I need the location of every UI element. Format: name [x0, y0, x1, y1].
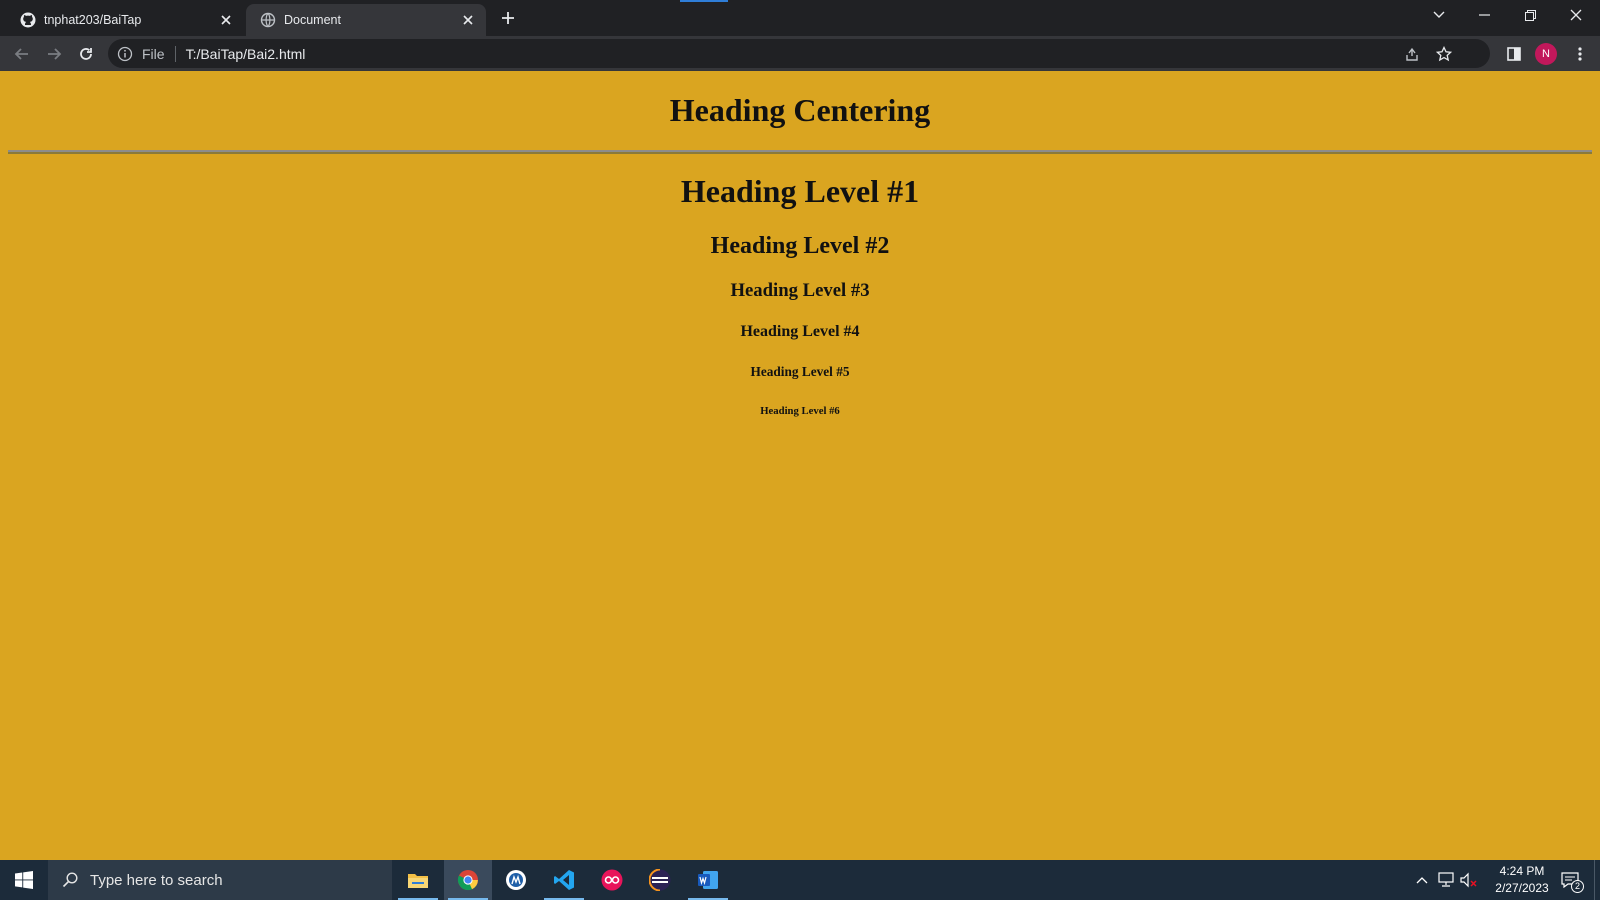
heading-centering: Heading Centering: [669, 92, 931, 128]
profile-avatar[interactable]: N: [1535, 43, 1557, 65]
close-window-button[interactable]: [1553, 0, 1599, 30]
security-label: File: [142, 45, 165, 62]
notification-icon[interactable]: 2: [1558, 870, 1584, 893]
browser-toolbar: File T:/BaiTap/Bai2.html N: [0, 36, 1600, 71]
close-tab-icon[interactable]: [218, 12, 234, 28]
url-text[interactable]: T:/BaiTap/Bai2.html: [186, 46, 306, 62]
tab-title: tnphat203/BaiTap: [44, 13, 142, 27]
windows-start-icon[interactable]: [0, 860, 48, 900]
eclipse-icon[interactable]: [636, 860, 684, 900]
heading-level-3: Heading Level #3: [730, 280, 870, 301]
heading-level-6: Heading Level #6: [760, 405, 840, 417]
bookmark-star-icon[interactable]: [1430, 39, 1458, 68]
tab-search-button[interactable]: [1416, 0, 1462, 30]
system-clock[interactable]: 4:24 PM 2/27/2023: [1480, 863, 1564, 897]
app-icon[interactable]: [492, 860, 540, 900]
heading-level-5: Heading Level #5: [750, 364, 850, 379]
tab-strip-indicator: [680, 0, 728, 2]
vscode-icon[interactable]: [540, 860, 588, 900]
network-icon[interactable]: [1436, 860, 1458, 900]
heading-level-2: Heading Level #2: [710, 233, 890, 259]
back-button[interactable]: [8, 40, 36, 68]
clock-date: 2/27/2023: [1495, 881, 1549, 895]
globe-icon: [260, 12, 276, 28]
chrome-icon[interactable]: [444, 860, 492, 900]
search-icon: [60, 870, 80, 890]
tab-strip: tnphat203/BaiTap Document: [0, 0, 1600, 36]
address-bar[interactable]: File T:/BaiTap/Bai2.html: [108, 39, 1490, 68]
reload-button[interactable]: [72, 40, 100, 68]
taskbar-search[interactable]: Type here to search: [48, 860, 392, 900]
share-icon[interactable]: [1398, 39, 1426, 68]
new-tab-button[interactable]: [498, 8, 518, 28]
notification-count: 2: [1571, 880, 1584, 893]
volume-muted-icon[interactable]: [1458, 860, 1480, 900]
horizontal-rule: [8, 150, 1592, 154]
forward-button[interactable]: [40, 40, 68, 68]
taskbar: Type here to search 4:24 PM 2/27/2023 2: [0, 860, 1600, 900]
close-tab-icon[interactable]: [460, 12, 476, 28]
heading-level-4: Heading Level #4: [740, 323, 860, 340]
tab-title: Document: [284, 13, 341, 27]
show-hidden-icons-chevron-icon[interactable]: [1412, 860, 1432, 900]
clock-time: 4:24 PM: [1499, 864, 1545, 878]
flickr-icon[interactable]: [588, 860, 636, 900]
divider: [174, 45, 176, 62]
tab-github[interactable]: tnphat203/BaiTap: [6, 4, 244, 36]
info-icon[interactable]: [116, 45, 134, 63]
tab-document[interactable]: Document: [246, 4, 486, 36]
file-explorer-icon[interactable]: [394, 860, 442, 900]
word-icon[interactable]: [684, 860, 732, 900]
github-icon: [20, 12, 36, 28]
page-content: Heading Centering Heading Level #1 Headi…: [0, 71, 1600, 860]
restore-button[interactable]: [1507, 0, 1553, 30]
search-placeholder: Type here to search: [90, 871, 223, 889]
side-panel-icon[interactable]: [1500, 40, 1528, 68]
menu-icon[interactable]: [1566, 40, 1594, 68]
heading-level-1: Heading Level #1: [680, 173, 920, 209]
minimize-button[interactable]: [1461, 0, 1507, 30]
show-desktop-button[interactable]: [1594, 860, 1595, 900]
